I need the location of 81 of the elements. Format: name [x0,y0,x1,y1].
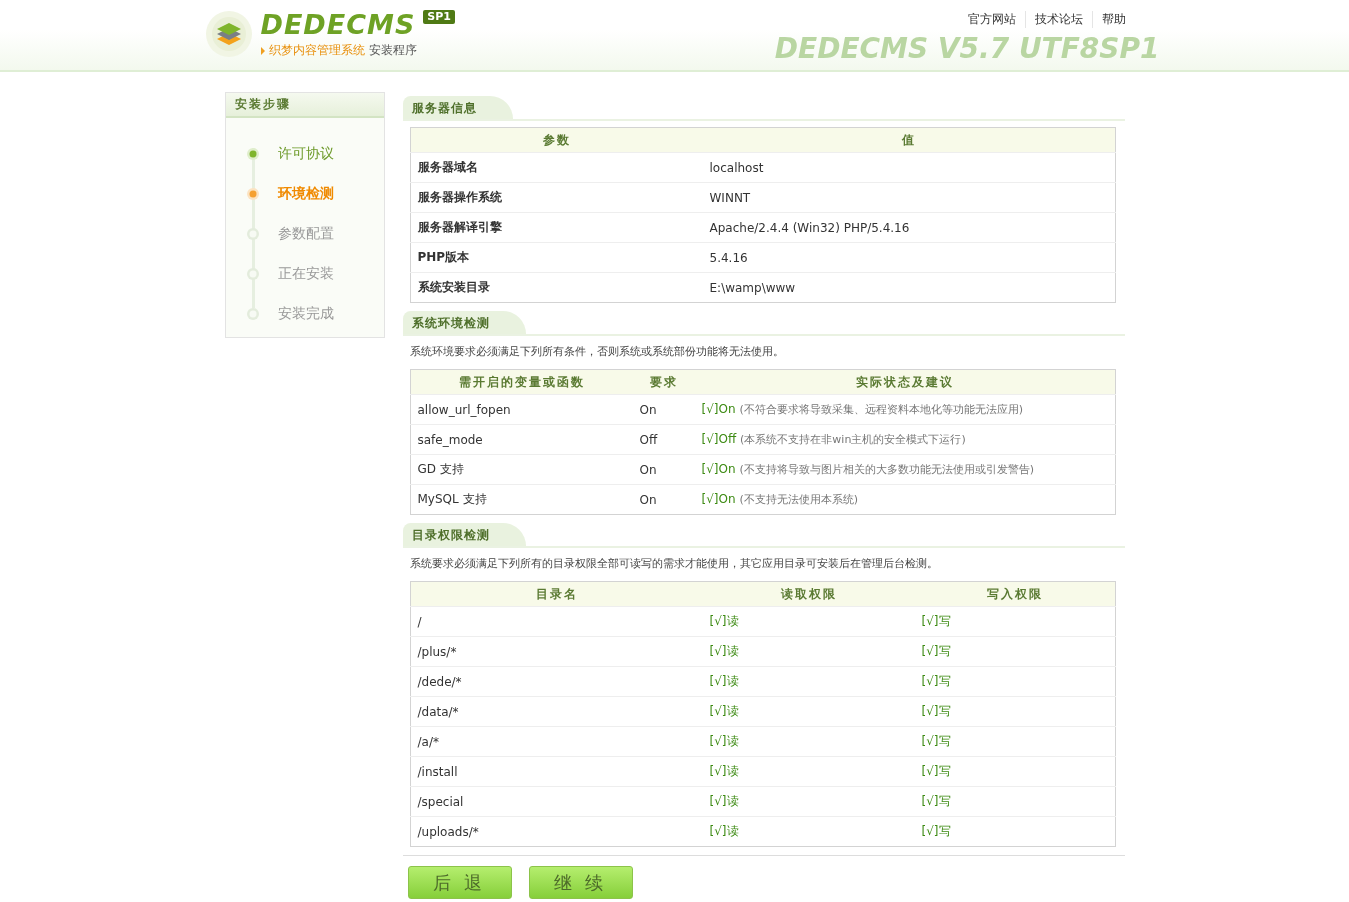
step-label: 安装完成 [277,305,334,323]
status-note: (本系统不支持在非win主机的安全模式下运行) [740,433,966,446]
table-cell: [√]读 [702,606,915,637]
table-cell: 系统安装目录 [410,272,703,303]
section-title: 目录权限检测 [402,523,526,546]
table-cell: GD 支持 [410,454,633,485]
table-cell: /dede/* [410,666,703,697]
header-link[interactable]: 帮助 [1091,11,1135,28]
nav-button[interactable]: 后 退 [407,866,512,899]
table-cell: /plus/* [410,636,703,667]
table-cell: /data/* [410,696,703,727]
column-header: 写入权限 [914,581,1115,607]
status-text: [√]On [701,492,736,506]
version-label: DEDECMS V5.7 UTF8SP1 [774,32,1160,65]
table-cell: /uploads/* [410,816,703,847]
step-label: 参数配置 [277,225,334,243]
table-cell: / [410,606,703,637]
column-header: 读取权限 [702,581,915,607]
table-cell: [√]写 [914,696,1115,727]
header-link[interactable]: 技术论坛 [1024,11,1092,28]
status-note: (不符合要求将导致采集、远程资料本地化等功能无法应用) [739,403,1023,416]
table-cell: [√]写 [914,636,1115,667]
section-title: 服务器信息 [402,96,513,119]
table-cell: [√]读 [702,666,915,697]
table-cell: Apache/2.4.4 (Win32) PHP/5.4.16 [702,212,1115,243]
table-cell: /install [410,756,703,787]
table-cell: [√]读 [702,726,915,757]
section-title: 系统环境检测 [402,311,526,334]
table-cell: /special [410,786,703,817]
product-name: 织梦内容管理系统 [268,42,365,59]
table-cell: 5.4.16 [702,242,1115,273]
table-cell: WINNT [702,182,1115,213]
column-header: 需开启的变量或函数 [410,369,633,395]
table-cell: safe_mode [410,424,633,455]
table-cell: localhost [702,152,1115,183]
table-cell: allow_url_fopen [410,394,633,425]
table-cell: [√]写 [914,666,1115,697]
installer-subtitle: 安装程序 [368,42,417,59]
table-cell: MySQL 支持 [410,484,633,515]
nav-button[interactable]: 继 续 [528,866,633,899]
column-header: 参数 [410,127,703,153]
table-cell: [√]读 [702,816,915,847]
table-cell: On [632,454,695,485]
table-cell: [√]写 [914,786,1115,817]
column-header: 要求 [632,369,695,395]
table-cell: On [632,394,695,425]
status-text: [√]On [701,462,736,476]
table-cell: 服务器解译引擎 [410,212,703,243]
step-label: 环境检测 [277,185,334,203]
column-header: 实际状态及建议 [694,369,1115,395]
panel-title: 安装步骤 [225,93,384,118]
table-cell: 服务器域名 [410,152,703,183]
table-cell: [√]写 [914,756,1115,787]
table-cell: Off [632,424,695,455]
step-label: 正在安装 [277,265,334,283]
table-cell: [√]写 [914,816,1115,847]
status-text: [√]On [701,402,736,416]
table-cell: [√]读 [702,756,915,787]
step-label: 许可协议 [277,145,334,163]
section-description: 系统要求必须满足下列所有的目录权限全部可读写的需求才能使用，其它应用目录可安装后在管理后台检测。 [408,556,939,572]
table-cell: [√]读 [702,696,915,727]
triangle-icon [260,46,265,55]
logo-icon [204,10,253,58]
status-text: [√]Off [701,432,737,446]
table-cell: [√]读 [702,636,915,667]
column-header: 值 [702,127,1115,153]
table-cell: PHP版本 [410,242,703,273]
table-cell: [√]写 [914,606,1115,637]
status-note: (不支持无法使用本系统) [739,493,858,506]
version-badge: SP1 [423,10,455,24]
logo-text: DEDECMS [260,10,416,40]
table-cell: [√]读 [702,786,915,817]
table-cell: 服务器操作系统 [410,182,703,213]
status-note: (不支持将导致与图片相关的大多数功能无法使用或引发警告) [739,463,1034,476]
table-cell: On [632,484,695,515]
column-header: 目录名 [410,581,703,607]
table-cell: [√]写 [914,726,1115,757]
header-link[interactable]: 官方网站 [958,11,1025,28]
table-cell: E:\wamp\www [702,272,1115,303]
section-description: 系统环境要求必须满足下列所有条件，否则系统或系统部份功能将无法使用。 [408,344,785,360]
table-cell: /a/* [410,726,703,757]
